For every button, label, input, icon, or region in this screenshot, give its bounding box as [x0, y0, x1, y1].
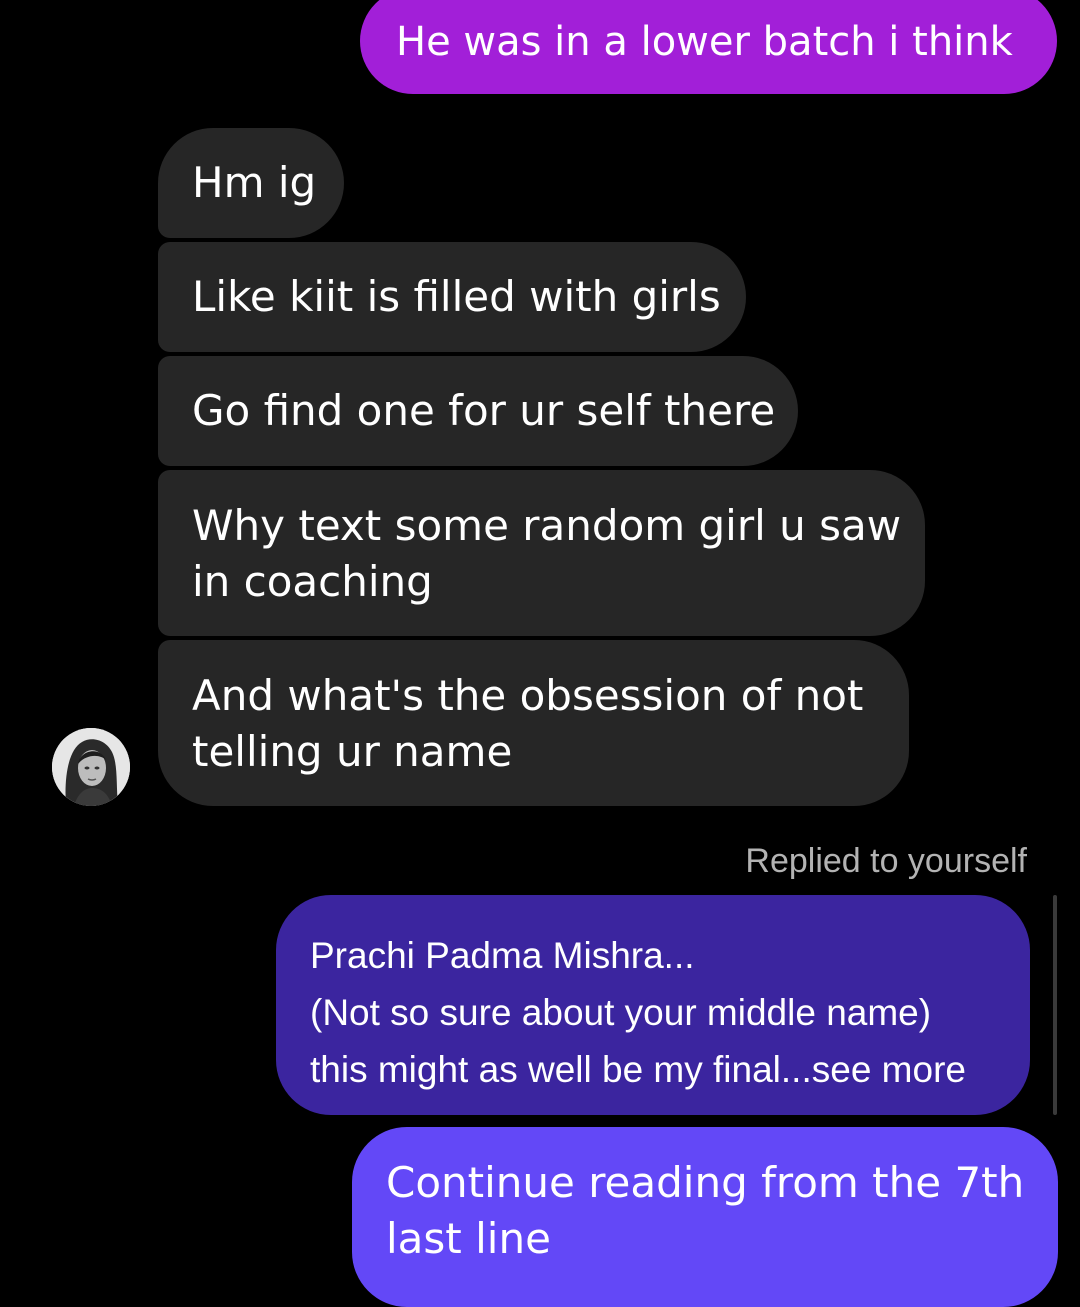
profile-photo-icon: [52, 728, 130, 806]
received-message-bubble[interactable]: Hm ig: [158, 128, 344, 238]
reply-quote-bar: [1053, 895, 1057, 1115]
sender-avatar[interactable]: [52, 728, 130, 806]
quoted-text-line: (Not so sure about your middle name): [310, 992, 932, 1033]
received-message-bubble[interactable]: Go find one for ur self there: [158, 356, 798, 466]
message-text: Go find one for ur self there: [192, 386, 776, 435]
quoted-text-line: this might as well be my final...see mor…: [310, 1049, 966, 1090]
message-text-line: last line: [386, 1214, 551, 1263]
message-text-line: Why text some random girl u saw: [192, 501, 902, 550]
replied-to-label: Replied to yourself: [745, 842, 1027, 880]
message-text-line: Continue reading from the 7th: [386, 1158, 1025, 1207]
sent-reply-bubble[interactable]: Continue reading from the 7th last line: [352, 1127, 1058, 1307]
received-message-bubble[interactable]: And what's the obsession of not telling …: [158, 640, 909, 806]
message-text-line: And what's the obsession of not: [192, 671, 864, 720]
quoted-message-bubble[interactable]: Prachi Padma Mishra... (Not so sure abou…: [276, 895, 1030, 1115]
message-text-line: in coaching: [192, 557, 433, 606]
message-text: Hm ig: [192, 158, 317, 207]
message-text: Like kiit is filled with girls: [192, 272, 721, 321]
quoted-text-line: Prachi Padma Mishra...: [310, 935, 695, 976]
received-message-bubble[interactable]: Why text some random girl u saw in coach…: [158, 470, 925, 636]
received-message-bubble[interactable]: Like kiit is filled with girls: [158, 242, 746, 352]
sent-message-bubble[interactable]: He was in a lower batch i think: [360, 0, 1057, 94]
message-text: He was in a lower batch i think: [396, 19, 1013, 65]
message-text-line: telling ur name: [192, 727, 513, 776]
